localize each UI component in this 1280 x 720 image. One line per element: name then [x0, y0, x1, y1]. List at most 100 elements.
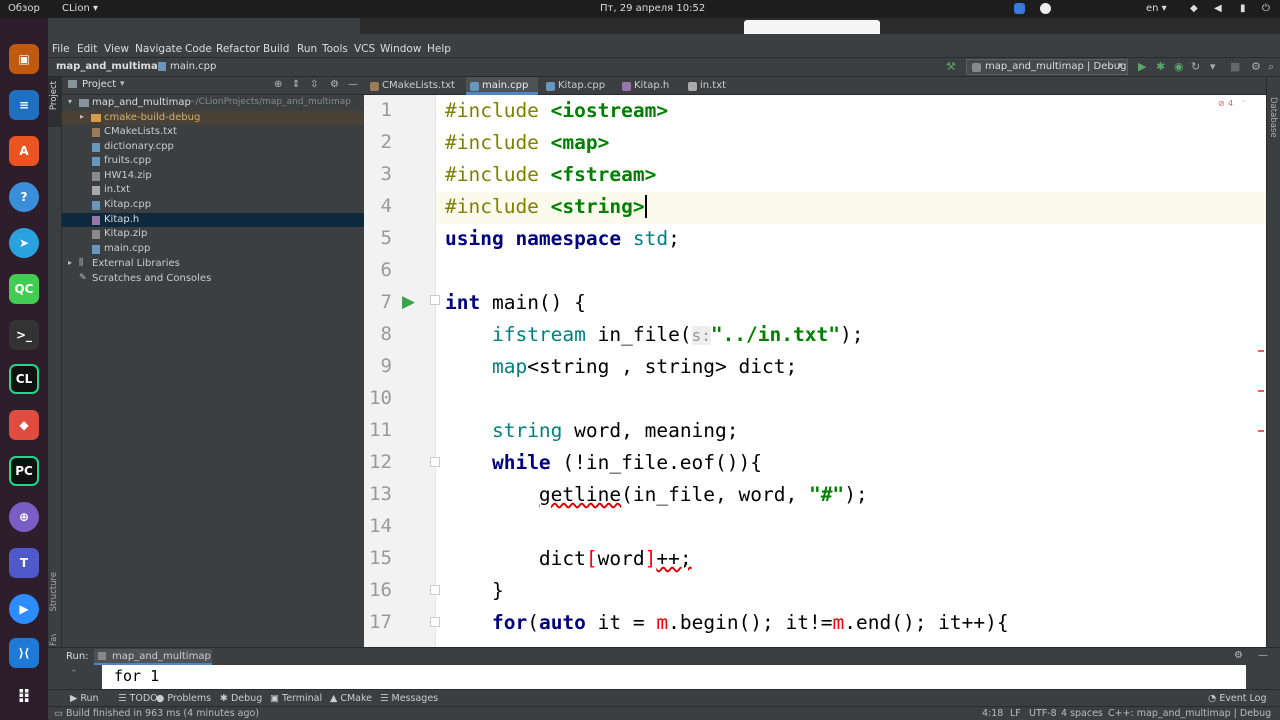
tab-cmakelists[interactable]: CMakeLists.txt: [366, 77, 462, 95]
volume-icon[interactable]: ◀: [1214, 3, 1222, 14]
files-icon[interactable]: ▣: [9, 44, 39, 74]
menu-file[interactable]: File: [52, 43, 70, 55]
minimize-icon[interactable]: —: [1258, 650, 1268, 661]
favorites-tool-button[interactable]: Favorites: [49, 634, 59, 646]
tab-kitap-h[interactable]: Kitap.h: [618, 77, 678, 95]
structure-tool-button[interactable]: Structure: [49, 572, 59, 612]
chevron-down-icon[interactable]: ▾: [120, 79, 125, 89]
tab-kitap-cpp[interactable]: Kitap.cpp: [542, 77, 605, 95]
anydesk-icon[interactable]: ◆: [9, 410, 39, 440]
error-icon[interactable]: ⊘: [1218, 99, 1225, 108]
menu-code[interactable]: Code: [185, 43, 212, 55]
code-editor[interactable]: 1 2 3 4 5 6 7 8 9 10 11 12 13 14 15 16 1…: [364, 95, 1266, 647]
power-icon[interactable]: ⏻: [1262, 3, 1270, 14]
run-tool-button[interactable]: ▶ Run: [70, 693, 99, 704]
menu-window[interactable]: Window: [380, 43, 421, 55]
menu-edit[interactable]: Edit: [77, 43, 97, 55]
status-icon[interactable]: ▭: [54, 708, 63, 719]
file-encoding[interactable]: UTF-8: [1029, 708, 1057, 719]
battery-icon[interactable]: ▮: [1240, 3, 1246, 14]
tree-item-scratches[interactable]: ✎ Scratches and Consoles: [62, 272, 364, 286]
settings-icon[interactable]: ⚙: [1251, 60, 1261, 73]
fold-icon[interactable]: [430, 585, 440, 595]
menu-vcs[interactable]: VCS: [354, 43, 375, 55]
terminal-icon[interactable]: >_: [9, 320, 39, 350]
writer-icon[interactable]: ≡: [9, 90, 39, 120]
menu-tools[interactable]: Tools: [322, 43, 348, 55]
app-menu[interactable]: CLion ▾: [62, 3, 98, 14]
fold-icon[interactable]: [430, 295, 440, 305]
menu-refactor[interactable]: Refactor: [216, 43, 260, 55]
menu-navigate[interactable]: Navigate: [135, 43, 182, 55]
indent-setting[interactable]: 4 spaces: [1061, 708, 1103, 719]
tree-item-kitap-h[interactable]: Kitap.h: [62, 213, 364, 227]
language-indicator[interactable]: en ▾: [1146, 3, 1167, 14]
tree-item-hw14[interactable]: HW14.zip: [62, 169, 364, 183]
tray-app-icon[interactable]: [1014, 3, 1025, 14]
clock[interactable]: Пт, 29 апреля 10:52: [600, 3, 705, 14]
skype-icon[interactable]: [1040, 3, 1051, 14]
zoom-icon[interactable]: ▶: [9, 594, 39, 624]
tree-item-cmake-build-debug[interactable]: ▸ cmake-build-debug: [62, 111, 364, 125]
fold-icon[interactable]: [430, 617, 440, 627]
tree-item-kitap-cpp[interactable]: Kitap.cpp: [62, 198, 364, 212]
show-apps-icon[interactable]: ⠿: [9, 682, 39, 712]
menu-help[interactable]: Help: [427, 43, 451, 55]
project-tool-button[interactable]: Project: [48, 77, 62, 127]
telegram-icon[interactable]: ➤: [9, 228, 39, 258]
search-icon[interactable]: ⌕: [1268, 60, 1274, 74]
overview-button[interactable]: Обзор: [8, 3, 40, 14]
build-hammer-icon[interactable]: ⚒: [946, 60, 956, 73]
chevron-up-icon[interactable]: ⌃: [1240, 99, 1247, 108]
todo-tool-button[interactable]: ☰ TODO: [118, 693, 158, 704]
tree-item-external-libraries[interactable]: ▸ ⫼ External Libraries: [62, 257, 364, 271]
qtcreator-icon[interactable]: QC: [9, 274, 39, 304]
debug-tool-button[interactable]: ✱ Debug: [220, 693, 262, 704]
messages-tool-button[interactable]: ☰ Messages: [380, 693, 438, 704]
vscode-icon[interactable]: ⟩⟨: [9, 638, 39, 668]
project-panel-title[interactable]: Project: [82, 79, 116, 90]
error-stripe-mark[interactable]: [1258, 390, 1264, 392]
pycharm-icon[interactable]: PC: [9, 456, 39, 486]
gear-icon[interactable]: ⚙: [1234, 650, 1243, 661]
menu-view[interactable]: View: [104, 43, 129, 55]
expand-all-icon[interactable]: ⇕: [292, 79, 300, 90]
browser-tab[interactable]: [744, 20, 880, 34]
tor-icon[interactable]: ⊕: [9, 502, 39, 532]
fold-icon[interactable]: [430, 457, 440, 467]
status-message[interactable]: Build finished in 963 ms (4 minutes ago): [66, 708, 259, 719]
scroll-up-icon[interactable]: ⌃: [70, 669, 78, 679]
line-separator[interactable]: LF: [1010, 708, 1021, 719]
problems-tool-button[interactable]: ● Problems: [156, 693, 211, 704]
debug-icon[interactable]: ✱: [1156, 60, 1165, 73]
menu-build[interactable]: Build: [263, 43, 289, 55]
minimize-icon[interactable]: —: [348, 79, 358, 90]
help-icon[interactable]: ?: [9, 182, 39, 212]
run-config-select[interactable]: map_and_multimap | Debug ▾: [966, 59, 1128, 75]
tab-main-cpp[interactable]: main.cpp: [466, 77, 538, 95]
stop-icon[interactable]: ■: [1230, 60, 1240, 73]
profile-icon[interactable]: ↻: [1191, 60, 1200, 73]
tree-item-in-txt[interactable]: in.txt: [62, 183, 364, 197]
tree-item-main-cpp[interactable]: main.cpp: [62, 242, 364, 256]
menu-run[interactable]: Run: [297, 43, 317, 55]
context-selector[interactable]: C++: map_and_multimap | Debug: [1108, 708, 1280, 719]
terminal-tool-button[interactable]: ▣ Terminal: [270, 693, 322, 704]
coverage-icon[interactable]: ◉: [1174, 60, 1184, 73]
run-config-tab[interactable]: map_and_multimap: [94, 649, 212, 665]
gear-icon[interactable]: ⚙: [330, 79, 339, 90]
tree-item-fruits[interactable]: fruits.cpp: [62, 154, 364, 168]
event-log-button[interactable]: ◔ Event Log: [1208, 693, 1267, 704]
error-stripe-mark[interactable]: [1258, 430, 1264, 432]
collapse-all-icon[interactable]: ⇳: [310, 79, 318, 90]
cursor-position[interactable]: 4:18: [982, 708, 1003, 719]
error-stripe-mark[interactable]: [1258, 350, 1264, 352]
console-output[interactable]: for 1: [102, 665, 1246, 689]
teams-icon[interactable]: T: [9, 548, 39, 578]
database-tool-button[interactable]: Database: [1268, 97, 1278, 138]
tree-item-dictionary[interactable]: dictionary.cpp: [62, 140, 364, 154]
clion-icon[interactable]: CL: [9, 364, 39, 394]
more-run-icon[interactable]: ▾: [1210, 60, 1216, 73]
tree-item-cmakelists[interactable]: CMakeLists.txt: [62, 125, 364, 139]
breadcrumb-project[interactable]: map_and_multimap: [56, 61, 165, 72]
